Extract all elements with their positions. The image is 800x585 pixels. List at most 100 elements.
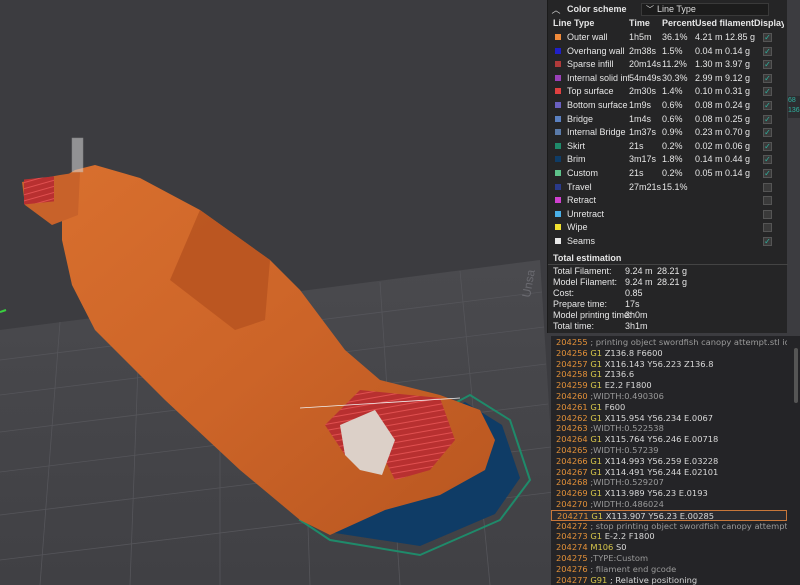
gcode-args: X115.954 Y56.234 E.0067 — [604, 412, 714, 423]
color-swatch — [555, 224, 561, 231]
gcode-line-number: 204262 — [556, 412, 588, 423]
estimation-label: Cost: — [553, 288, 575, 298]
color-swatch — [555, 61, 561, 68]
color-swatch — [555, 210, 561, 217]
line-type-filament: 0.04 m 0.14 g — [695, 45, 751, 56]
line-type-filament: 4.21 m 12.85 g — [695, 32, 756, 42]
line-type-percent: 11.2% — [662, 59, 687, 70]
gcode-comment: ;WIDTH:0.57239 — [590, 445, 659, 455]
gcode-line-number: 204275 — [556, 553, 588, 563]
line-type-time: 1m9s — [629, 100, 652, 110]
line-type-time: 21s — [629, 140, 644, 151]
gcode-comment: ; stop printing object swordfish canopy … — [590, 520, 787, 531]
chevron-up-icon[interactable]: ︿ — [548, 3, 564, 16]
line-type-percent: 36.1% — [662, 32, 688, 42]
display-checkbox[interactable] — [763, 223, 772, 233]
display-checkbox[interactable] — [763, 196, 772, 206]
legend-row: Bridge 1m4s 0.6% 0.08 m 0.25 g ✓ — [548, 113, 788, 127]
legend-row: Outer wall 1h5m 36.1% 4.21 m 12.85 g ✓ — [548, 31, 788, 45]
display-checkbox[interactable]: ✓ — [763, 33, 772, 42]
line-type-time: 1h5m — [629, 32, 652, 42]
gcode-line[interactable]: 204265 ;WIDTH:0.57239 — [551, 445, 787, 456]
display-checkbox[interactable]: ✓ — [763, 141, 772, 151]
color-swatch — [555, 47, 561, 54]
gcode-line[interactable]: 204256 G1 Z136.8 F6600 — [551, 348, 787, 359]
gcode-line-number: 204258 — [556, 369, 588, 380]
gcode-line[interactable]: 204269 G1 X113.989 Y56.23 E.0193 — [551, 488, 787, 499]
estimation-divider — [548, 264, 788, 265]
gcode-line[interactable]: 204260 ;WIDTH:0.490306 — [551, 391, 787, 402]
display-checkbox[interactable] — [763, 182, 772, 192]
gcode-args: S0 — [615, 542, 627, 553]
gcode-line[interactable]: 204267 G1 X114.491 Y56.244 E.02101 — [551, 467, 787, 478]
line-type-percent: 1.8% — [662, 154, 683, 165]
display-checkbox[interactable]: ✓ — [763, 114, 772, 124]
legend-row: Seams ✓ — [548, 235, 788, 249]
gcode-command: G1 — [590, 358, 603, 369]
gcode-args: E-2.2 F1800 — [604, 531, 655, 542]
gcode-line[interactable]: 204262 G1 X115.954 Y56.234 E.0067 — [551, 413, 787, 424]
gcode-line[interactable]: 204255 ; printing object swordfish canop… — [551, 337, 787, 348]
line-type-percent: 1.5% — [662, 45, 683, 56]
display-checkbox[interactable]: ✓ — [763, 73, 772, 83]
line-type-filament: 0.02 m 0.06 g — [695, 140, 751, 151]
color-swatch — [555, 115, 561, 122]
line-type-name: Internal solid infill — [567, 72, 629, 83]
gcode-line-number: 204255 — [556, 337, 588, 347]
gcode-line[interactable]: 204263 ;WIDTH:0.522538 — [551, 423, 787, 434]
line-type-time: 27m21s — [629, 181, 662, 192]
color-scheme-select[interactable]: ﹀ Line Type — [641, 2, 769, 16]
gcode-line[interactable]: 204277 G91 ; Relative positioning — [551, 575, 787, 585]
color-swatch — [555, 197, 561, 204]
display-checkbox[interactable]: ✓ — [763, 237, 772, 246]
legend-row: Custom 21s 0.2% 0.05 m 0.14 g ✓ — [548, 167, 788, 181]
gcode-comment: ;WIDTH:0.522538 — [590, 423, 664, 434]
gcode-line[interactable]: 204271 G1 X113.907 Y56.23 E.00285 — [551, 509, 787, 521]
gcode-line-number: 204274 — [556, 542, 588, 553]
legend-title: Color scheme — [567, 4, 627, 14]
gcode-command: G1 — [590, 434, 603, 445]
display-checkbox[interactable]: ✓ — [763, 101, 772, 110]
line-type-name: Outer wall — [567, 32, 608, 42]
gcode-line[interactable]: 204261 G1 F600 — [551, 402, 787, 413]
gcode-line-number: 204277 — [556, 574, 588, 585]
gcode-line[interactable]: 204274 M106 S0 — [551, 542, 787, 553]
display-checkbox[interactable]: ✓ — [763, 60, 772, 70]
line-type-percent: 0.6% — [662, 100, 683, 110]
line-type-filament: 0.08 m 0.24 g — [695, 100, 751, 110]
line-type-time: 2m30s — [629, 86, 657, 97]
gcode-line[interactable]: 204268 ;WIDTH:0.529207 — [551, 477, 787, 488]
line-type-filament: 0.05 m 0.14 g — [695, 168, 751, 178]
gcode-line[interactable]: 204272 ; stop printing object swordfish … — [551, 521, 787, 532]
gcode-line[interactable]: 204275 ;TYPE:Custom — [551, 553, 787, 564]
gcode-line[interactable]: 204257 G1 X116.143 Y56.223 Z136.8 — [551, 359, 787, 370]
gcode-line[interactable]: 204276 ; filament end gcode — [551, 564, 787, 575]
display-checkbox[interactable] — [763, 209, 772, 219]
gcode-line[interactable]: 204259 G1 E2.2 F1800 — [551, 380, 787, 391]
display-checkbox[interactable]: ✓ — [763, 169, 772, 178]
line-type-percent: 0.6% — [662, 113, 683, 124]
line-type-time: 3m17s — [629, 154, 657, 165]
display-checkbox[interactable]: ✓ — [763, 128, 772, 138]
color-swatch — [555, 129, 561, 136]
gcode-scrollbar[interactable] — [794, 348, 798, 403]
gcode-command: G1 — [590, 401, 603, 412]
display-checkbox[interactable]: ✓ — [763, 155, 772, 165]
column-used-filament: Used filament — [695, 18, 755, 28]
display-checkbox[interactable]: ✓ — [763, 87, 772, 97]
line-type-name: Internal Bridge — [567, 127, 626, 138]
line-type-filament: 0.08 m 0.25 g — [695, 113, 751, 124]
column-display: Display — [754, 18, 784, 28]
gcode-line[interactable]: 204270 ;WIDTH:0.486024 — [551, 499, 787, 510]
gcode-viewer[interactable]: 204255 ; printing object swordfish canop… — [551, 336, 800, 585]
legend-row: Bottom surface 1m9s 0.6% 0.08 m 0.24 g ✓ — [548, 99, 788, 113]
display-checkbox[interactable]: ✓ — [763, 46, 772, 56]
line-type-name: Retract — [567, 195, 597, 206]
legend-row: Brim 3m17s 1.8% 0.14 m 0.44 g ✓ — [548, 153, 788, 167]
gcode-line[interactable]: 204258 G1 Z136.6 — [551, 369, 787, 380]
gcode-line[interactable]: 204264 G1 X115.764 Y56.246 E.00718 — [551, 434, 787, 445]
gcode-line[interactable]: 204273 G1 E-2.2 F1800 — [551, 531, 787, 542]
gcode-command: G1 — [590, 488, 603, 499]
gcode-line[interactable]: 204266 G1 X114.993 Y56.259 E.03228 — [551, 456, 787, 467]
color-swatch — [555, 34, 561, 40]
